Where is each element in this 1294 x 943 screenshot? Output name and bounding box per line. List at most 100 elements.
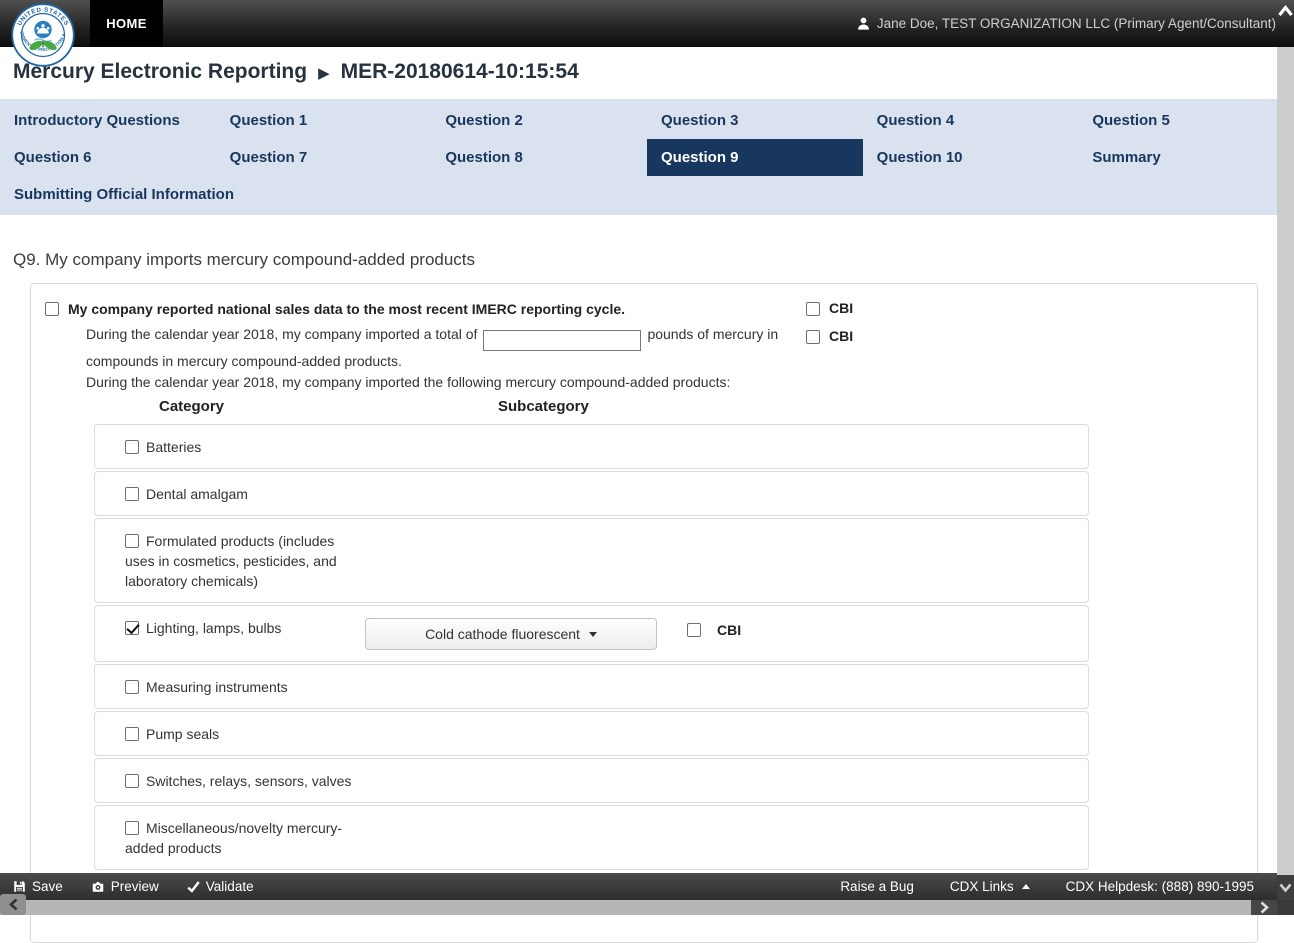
table-row: Pump seals bbox=[94, 711, 1089, 756]
category-rows: Batteries Dental amalgam Formulated prod… bbox=[94, 424, 1089, 872]
tab-summary[interactable]: Summary bbox=[1078, 139, 1294, 176]
table-row: Formulated products (includes uses in co… bbox=[94, 518, 1089, 603]
tab-introductory-questions[interactable]: Introductory Questions bbox=[0, 102, 216, 139]
tab-question-2[interactable]: Question 2 bbox=[431, 102, 647, 139]
sales-data-label: My company reported national sales data … bbox=[68, 301, 626, 317]
question-text-block: During the calendar year 2018, my compan… bbox=[86, 324, 810, 393]
page-title: Mercury Electronic Reporting ▶ MER-20180… bbox=[0, 47, 1294, 84]
scroll-up-icon[interactable] bbox=[1278, 4, 1293, 18]
scroll-left-button[interactable] bbox=[0, 894, 26, 915]
save-button[interactable]: Save bbox=[13, 879, 63, 894]
vertical-scrollbar[interactable] bbox=[1277, 47, 1294, 875]
category-label: Dental amalgam bbox=[146, 486, 248, 502]
user-name-label: Jane Doe, TEST ORGANIZATION LLC (Primary… bbox=[876, 16, 1276, 31]
cdx-helpdesk-label: CDX Helpdesk: (888) 890-1995 bbox=[1065, 879, 1254, 894]
sales-cbi-label: CBI bbox=[829, 300, 854, 316]
sales-cbi-checkbox[interactable] bbox=[806, 301, 820, 316]
tab-question-7[interactable]: Question 7 bbox=[216, 139, 432, 176]
scroll-down-button[interactable] bbox=[1277, 875, 1294, 900]
table-row: Dental amalgam bbox=[94, 471, 1089, 516]
tab-question-4[interactable]: Question 4 bbox=[863, 102, 1079, 139]
category-checkbox-dental-amalgam[interactable] bbox=[125, 487, 139, 501]
category-label: Pump seals bbox=[146, 726, 220, 742]
user-icon bbox=[857, 17, 869, 30]
products-intro: During the calendar year 2018, my compan… bbox=[86, 373, 731, 390]
raise-a-bug-link[interactable]: Raise a Bug bbox=[840, 879, 914, 894]
cdx-links-menu[interactable]: CDX Links bbox=[950, 879, 1030, 894]
title-bar: Mercury Electronic Reporting ▶ MER-20180… bbox=[0, 47, 1294, 99]
total-cbi-group: CBI bbox=[806, 328, 853, 344]
sales-cbi-group: CBI bbox=[806, 300, 853, 316]
category-checkbox-measuring-instruments[interactable] bbox=[125, 680, 139, 694]
validate-check-icon bbox=[187, 881, 200, 893]
question-nav: Introductory Questions Question 1 Questi… bbox=[0, 99, 1294, 215]
category-checkbox-formulated-products[interactable] bbox=[125, 534, 139, 548]
scroll-right-button[interactable] bbox=[1251, 900, 1277, 915]
footer-toolbar: Save Preview Validate Raise a Bug CDX Li… bbox=[0, 873, 1294, 900]
total-sentence-suffix: pounds of mercury in bbox=[647, 326, 779, 342]
subcategory-header: Subcategory bbox=[498, 398, 589, 415]
table-row: Switches, relays, sensors, valves bbox=[94, 758, 1089, 803]
tab-question-3[interactable]: Question 3 bbox=[647, 102, 863, 139]
category-label: Measuring instruments bbox=[146, 679, 288, 695]
validate-button[interactable]: Validate bbox=[187, 879, 254, 894]
home-tab[interactable]: HOME bbox=[90, 0, 163, 47]
validate-label: Validate bbox=[205, 879, 254, 894]
save-icon bbox=[14, 881, 25, 892]
preview-label: Preview bbox=[110, 879, 159, 894]
row-cbi-group: CBI bbox=[687, 620, 741, 640]
chevron-up-icon bbox=[1021, 884, 1030, 889]
sales-data-row: My company reported national sales data … bbox=[45, 301, 625, 317]
category-label: Switches, relays, sensors, valves bbox=[146, 773, 352, 789]
total-sentence-prefix: During the calendar year 2018, my compan… bbox=[86, 326, 478, 342]
category-label: Batteries bbox=[146, 439, 202, 455]
category-checkbox-miscellaneous[interactable] bbox=[125, 821, 139, 835]
tab-question-9[interactable]: Question 9 bbox=[647, 139, 863, 176]
preview-button[interactable]: Preview bbox=[91, 879, 159, 894]
total-pounds-input[interactable] bbox=[483, 329, 642, 351]
table-row: Lighting, lamps, bulbs Cold cathode fluo… bbox=[94, 605, 1089, 662]
category-checkbox-lighting-lamps-bulbs[interactable] bbox=[125, 621, 139, 635]
category-label: Formulated products (includes uses in co… bbox=[125, 533, 337, 589]
row-cbi-label: CBI bbox=[717, 622, 742, 638]
horizontal-scrollbar[interactable] bbox=[0, 894, 1277, 915]
chevron-down-icon bbox=[588, 631, 597, 637]
save-label: Save bbox=[32, 879, 63, 894]
scroll-right-icon bbox=[1260, 901, 1269, 914]
question-heading: Q9. My company imports mercury compound-… bbox=[13, 250, 476, 269]
subcategory-selected-label: Cold cathode fluorescent bbox=[425, 626, 580, 642]
user-menu[interactable]: Jane Doe, TEST ORGANIZATION LLC (Primary… bbox=[856, 0, 1276, 47]
tab-question-8[interactable]: Question 8 bbox=[431, 139, 647, 176]
category-header: Category bbox=[159, 398, 225, 415]
tab-question-10[interactable]: Question 10 bbox=[863, 139, 1079, 176]
tab-submitting-official-information[interactable]: Submitting Official Information bbox=[0, 176, 431, 213]
total-cbi-label: CBI bbox=[829, 328, 854, 344]
sales-data-checkbox[interactable] bbox=[45, 302, 59, 316]
top-header-bar: HOME Jane Doe, TEST ORGANIZATION LLC (Pr… bbox=[0, 0, 1294, 47]
cdx-helpdesk: CDX Helpdesk: (888) 890-1995 bbox=[1066, 879, 1254, 894]
table-row: Batteries bbox=[94, 424, 1089, 469]
category-checkbox-switches-relays[interactable] bbox=[125, 774, 139, 788]
subcategory-dropdown[interactable]: Cold cathode fluorescent bbox=[365, 618, 657, 650]
row-cbi-checkbox[interactable] bbox=[687, 623, 701, 637]
epa-logo-icon: UNITED STATES ENVIRONMENTAL PROTECTION A… bbox=[11, 3, 75, 67]
footer-links: Raise a Bug CDX Links CDX Helpdesk: (888… bbox=[840, 879, 1254, 894]
report-id: MER-20180614-10:15:54 bbox=[340, 60, 579, 83]
category-checkbox-pump-seals[interactable] bbox=[125, 727, 139, 741]
total-sentence-continuation: compounds in mercury compound-added prod… bbox=[86, 352, 402, 369]
tab-question-5[interactable]: Question 5 bbox=[1078, 102, 1294, 139]
table-row: Measuring instruments bbox=[94, 664, 1089, 709]
category-label: Lighting, lamps, bulbs bbox=[146, 620, 282, 636]
scroll-left-icon bbox=[8, 898, 17, 911]
cdx-links-label: CDX Links bbox=[949, 879, 1014, 894]
category-checkbox-batteries[interactable] bbox=[125, 440, 139, 454]
raise-a-bug-label: Raise a Bug bbox=[840, 879, 914, 894]
scroll-down-icon bbox=[1279, 883, 1292, 893]
table-headers: Category Subcategory bbox=[31, 398, 1257, 418]
tab-question-6[interactable]: Question 6 bbox=[0, 139, 216, 176]
title-separator-icon: ▶ bbox=[318, 65, 330, 82]
table-row: Miscellaneous/novelty mercury-added prod… bbox=[94, 805, 1089, 870]
scrollbar-corner bbox=[1277, 900, 1294, 915]
preview-icon bbox=[92, 882, 104, 892]
tab-question-1[interactable]: Question 1 bbox=[216, 102, 432, 139]
